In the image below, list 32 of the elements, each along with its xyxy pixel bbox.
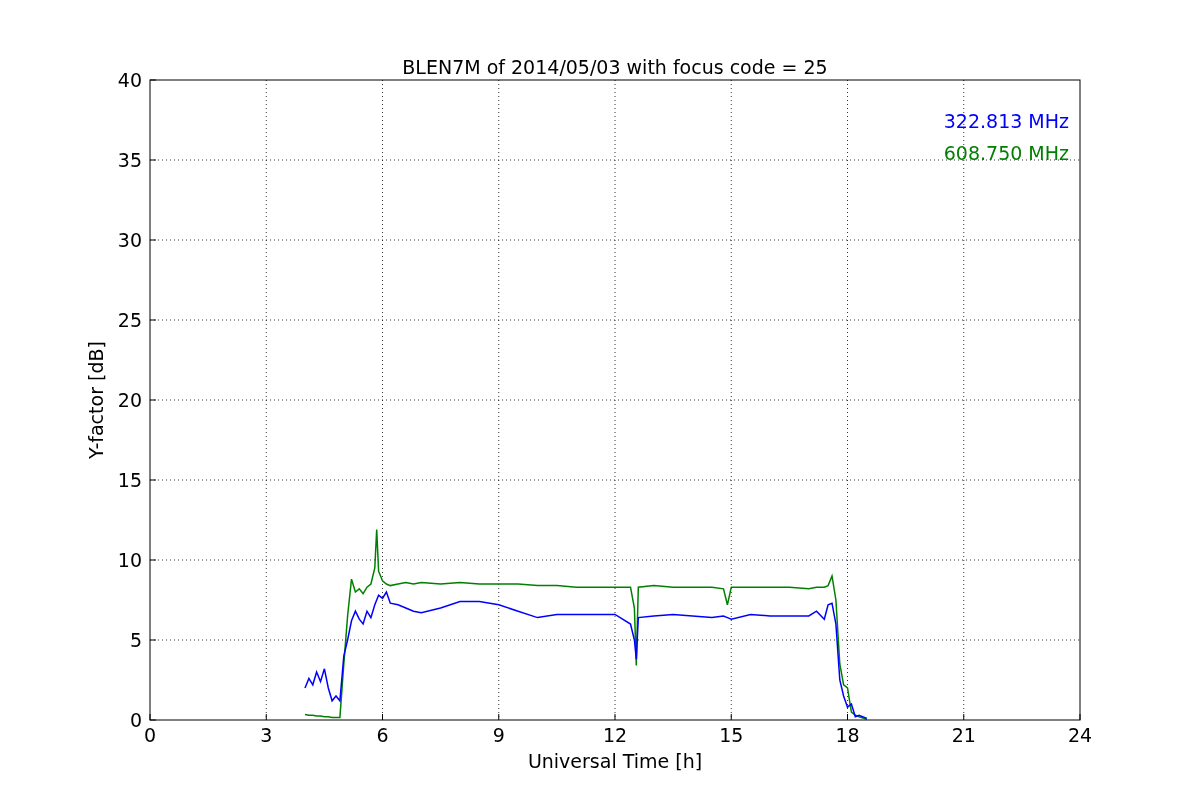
tick-mark: [149, 399, 157, 401]
x-tick-label: 12: [602, 724, 628, 746]
y-tick-label: 5: [129, 629, 142, 651]
tick-mark: [1079, 713, 1081, 721]
y-tick-label: 0: [129, 709, 142, 731]
x-tick-label: 24: [1067, 724, 1093, 746]
x-tick-label: 9: [492, 724, 505, 746]
y-tick-label: 30: [117, 229, 142, 251]
legend-label: 322.813 MHz: [943, 110, 1069, 132]
x-tick-label: 21: [951, 724, 976, 746]
x-tick-label: 3: [260, 724, 273, 746]
tick-mark: [149, 479, 157, 481]
x-tick-label: 18: [835, 724, 860, 746]
tick-mark: [149, 319, 157, 321]
tick-mark: [149, 239, 157, 241]
tick-mark: [149, 639, 157, 641]
tick-mark: [149, 79, 157, 81]
chart-title: BLEN7M of 2014/05/03 with focus code = 25: [402, 56, 828, 78]
x-tick-label: 6: [376, 724, 389, 746]
y-axis-label: Y-factor [dB]: [85, 341, 107, 459]
y-tick-label: 15: [117, 469, 142, 491]
tick-mark: [149, 159, 157, 161]
y-tick-label: 10: [117, 549, 142, 571]
x-tick-label: 0: [143, 724, 157, 746]
tick-mark: [149, 559, 157, 561]
x-axis-label: Universal Time [h]: [527, 750, 703, 772]
x-tick-label: 15: [719, 724, 744, 746]
y-tick-label: 25: [117, 309, 142, 331]
y-tick-label: 40: [117, 69, 142, 91]
y-tick-label: 20: [117, 389, 142, 411]
y-tick-label: 35: [117, 149, 142, 171]
legend-label: 608.750 MHz: [943, 142, 1069, 164]
